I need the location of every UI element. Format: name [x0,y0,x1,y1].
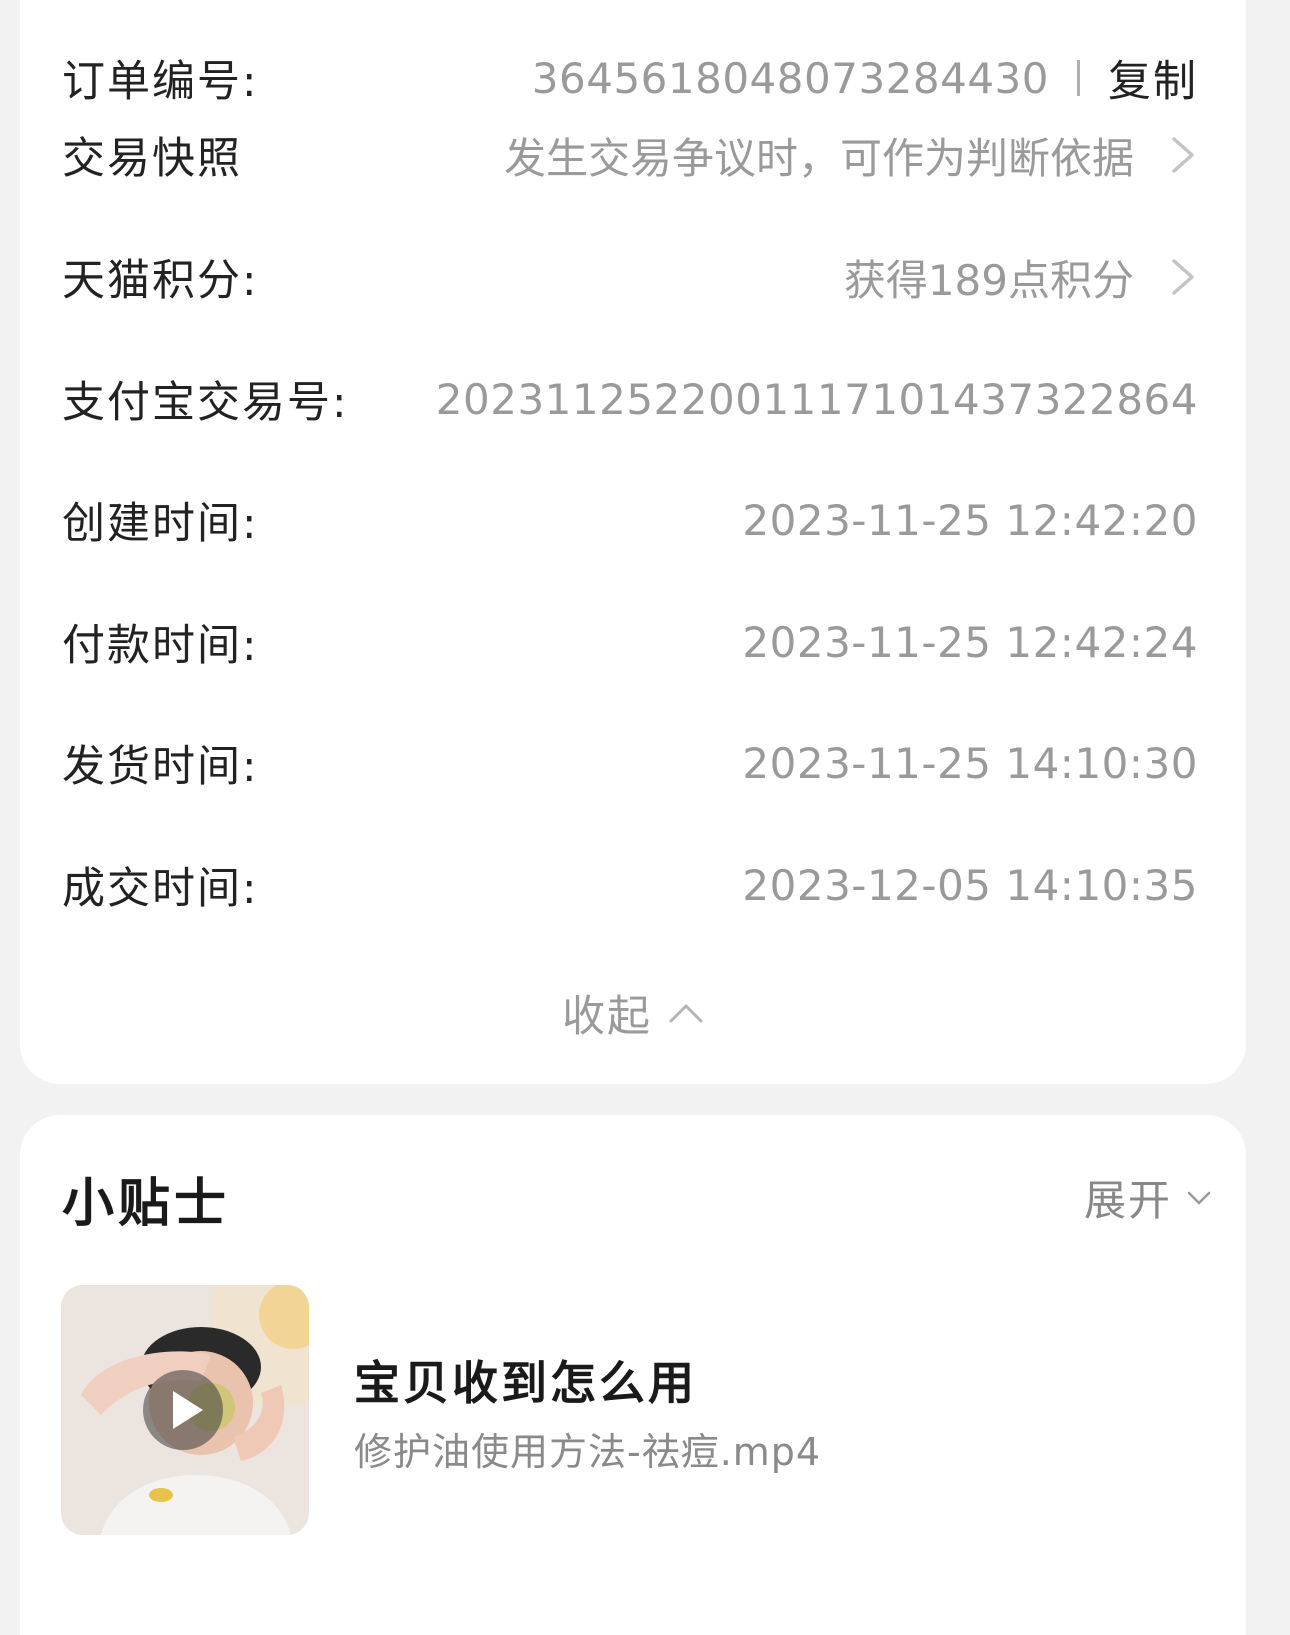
video-thumbnail-image [61,1285,309,1535]
order-number-row: 订单编号: 3645618048073284430 复制 [62,38,1198,118]
paid-time-label: 付款时间: [62,621,259,671]
shipped-time-row: 发货时间: 2023-11-25 14:10:30 [62,723,1198,803]
chevron-up-icon [669,1004,703,1023]
tmall-points-value-group: 获得189点积分 [844,247,1198,308]
expand-button[interactable]: 展开 [1084,1167,1212,1228]
copy-button[interactable]: 复制 [1108,47,1198,109]
trade-snapshot-label: 交易快照 [62,134,242,184]
divider [1077,60,1080,96]
paid-time-value: 2023-11-25 12:42:24 [742,617,1198,667]
paid-time-row: 付款时间: 2023-11-25 12:42:24 [62,602,1198,682]
chevron-right-icon [1172,137,1194,173]
alipay-trade-number-value: 2023112522001117101437322864 [435,374,1198,424]
completed-time-label: 成交时间: [62,864,259,914]
trade-snapshot-row[interactable]: 交易快照 发生交易争议时，可作为判断依据 [62,115,1198,195]
tips-title: 小贴士 [62,1174,231,1234]
video-filename: 修护油使用方法-祛痘.mp4 [354,1430,822,1474]
chevron-right-icon [1172,259,1194,295]
alipay-trade-number-row: 支付宝交易号: 2023112522001117101437322864 [62,359,1198,439]
video-thumbnail[interactable] [61,1285,309,1535]
shipped-time-value: 2023-11-25 14:10:30 [742,738,1198,788]
shipped-time-label: 发货时间: [62,742,259,792]
tmall-points-value: 获得189点积分 [843,255,1134,305]
trade-snapshot-value-group: 发生交易争议时，可作为判断依据 [504,125,1198,186]
order-info-card: 订单编号: 3645618048073284430 复制 交易快照 发生交易争议… [20,0,1246,1084]
created-time-row: 创建时间: 2023-11-25 12:42:20 [62,480,1198,560]
tips-card: 小贴士 展开 宝贝收到怎么用 修护油使用方法-祛痘.mp4 [20,1115,1246,1635]
created-time-value: 2023-11-25 12:42:20 [742,495,1198,545]
trade-snapshot-value: 发生交易争议时，可作为判断依据 [503,133,1134,183]
created-time-label: 创建时间: [62,499,259,549]
order-number-value-group: 3645618048073284430 复制 [532,47,1198,109]
completed-time-value: 2023-12-05 14:10:35 [742,860,1198,910]
tmall-points-row[interactable]: 天猫积分: 获得189点积分 [62,237,1198,317]
tmall-points-label: 天猫积分: [62,256,259,306]
alipay-trade-number-label: 支付宝交易号: [62,378,349,428]
video-title[interactable]: 宝贝收到怎么用 [354,1347,697,1413]
order-number-value: 3645618048073284430 [531,53,1049,103]
expand-label: 展开 [1083,1176,1172,1225]
completed-time-row: 成交时间: 2023-12-05 14:10:35 [62,845,1198,925]
chevron-down-icon [1187,1191,1211,1204]
collapse-label: 收起 [562,992,652,1042]
collapse-button[interactable]: 收起 [20,978,1246,1048]
order-number-label: 订单编号: [62,57,259,107]
